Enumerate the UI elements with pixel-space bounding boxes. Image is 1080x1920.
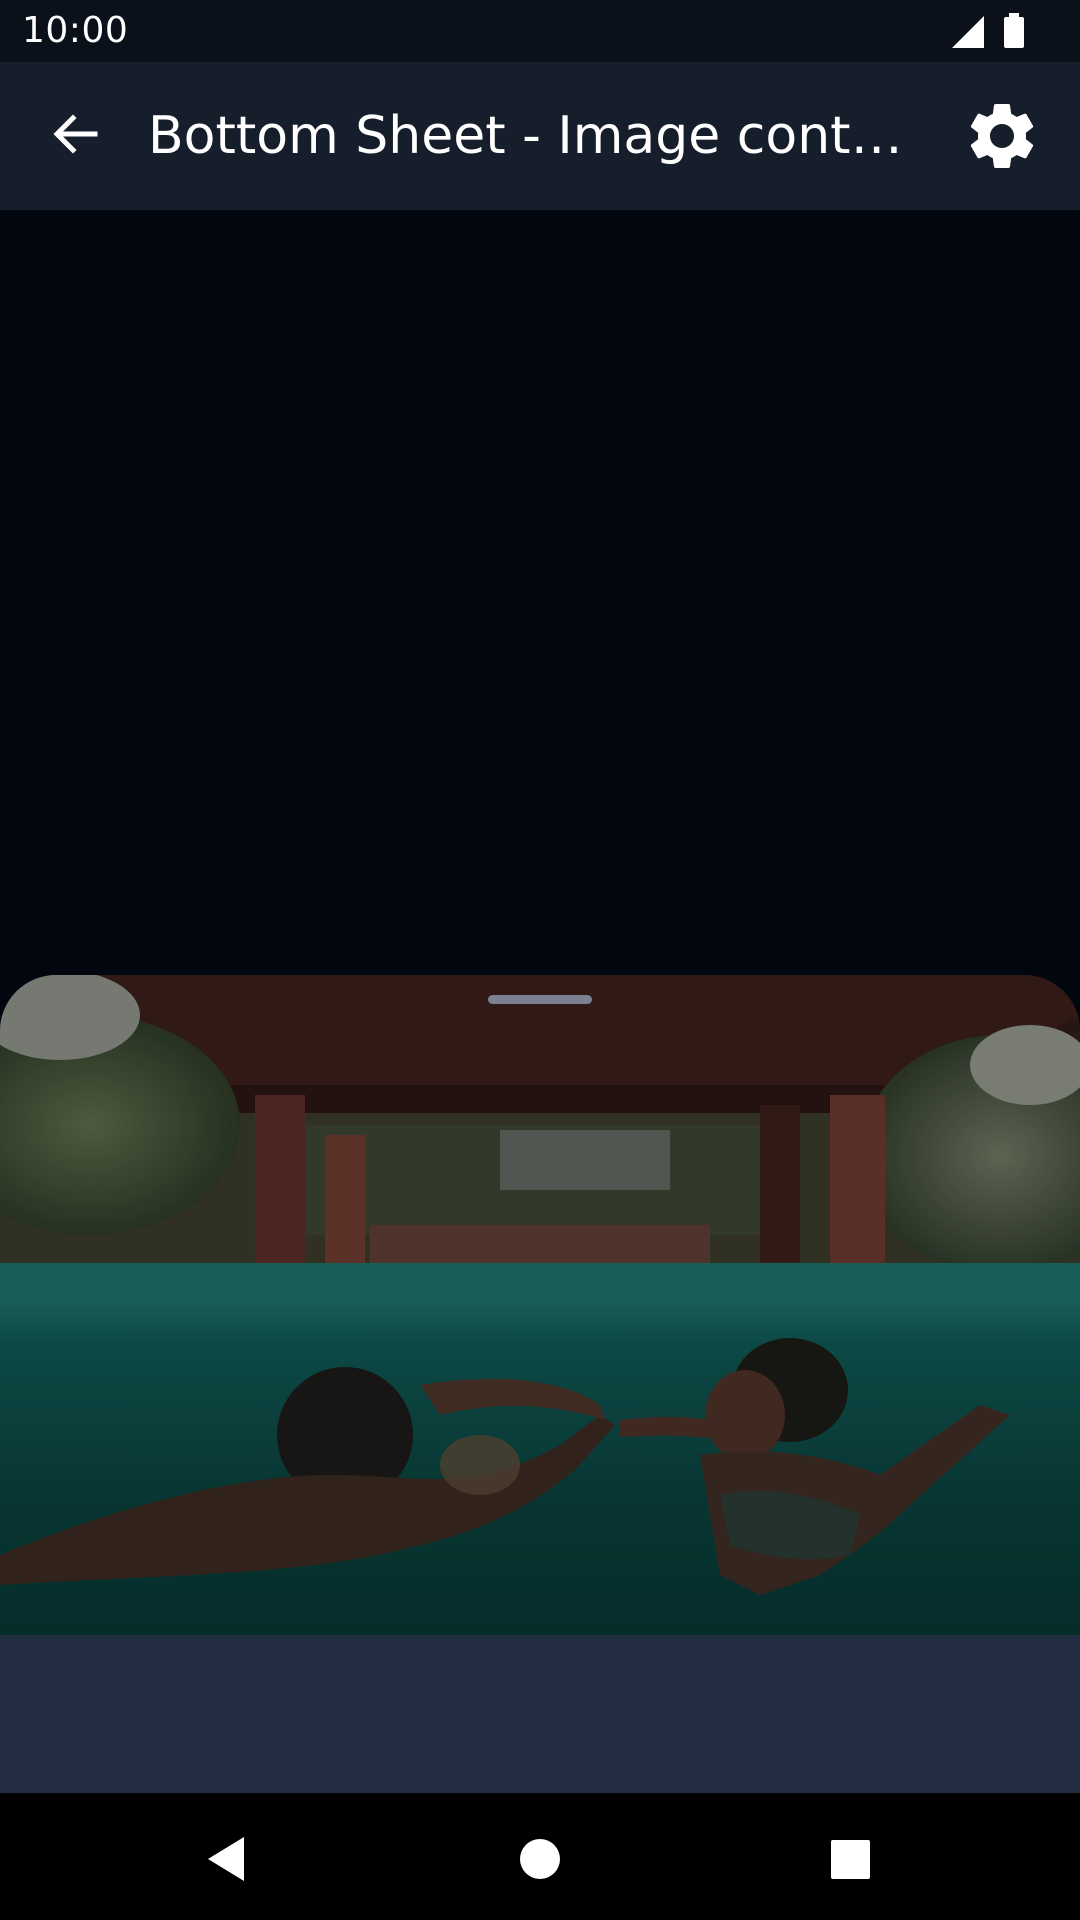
battery-icon [1004,13,1024,48]
page-title: Bottom Sheet - Image content [148,106,928,166]
home-circle-icon [520,1839,560,1879]
cellular-signal-icon [952,16,984,48]
status-bar: 10:00 [0,0,1080,62]
underwater-photo [0,975,1080,1635]
recents-square-icon [831,1840,870,1879]
nav-home-button[interactable] [505,1823,575,1893]
app-bar: Bottom Sheet - Image content [0,62,1080,210]
sheet-image [0,975,1080,1635]
back-button[interactable] [33,92,121,180]
nav-back-button[interactable] [190,1823,260,1893]
status-icons [944,12,1054,52]
settings-gear-icon [970,103,1034,168]
screen: 10:00 Bottom Sheet - Image content [0,0,1080,1920]
nav-recents-button[interactable] [815,1823,885,1893]
back-triangle-icon [208,1837,244,1881]
settings-button[interactable] [962,96,1042,176]
bottom-sheet[interactable] [0,975,1080,1793]
navigation-bar [0,1793,1080,1920]
drag-handle[interactable] [488,995,592,1004]
status-time: 10:00 [22,10,129,51]
arrow-back-icon [53,114,98,154]
